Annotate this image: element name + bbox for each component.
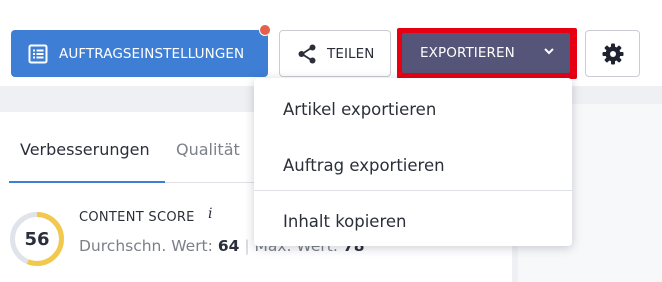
stats-separator: | bbox=[244, 237, 250, 255]
share-button[interactable]: TEILEN bbox=[279, 30, 391, 77]
tab-improvements[interactable]: Verbesserungen bbox=[20, 140, 150, 159]
share-icon bbox=[298, 44, 316, 63]
job-settings-label: AUFTRAGSEINSTELLUNGEN bbox=[59, 45, 245, 62]
page: Verbesserungen Qualität 56 CONTENT SCORE… bbox=[0, 0, 662, 282]
menu-item-copy-content[interactable]: Inhalt kopieren bbox=[254, 196, 572, 246]
export-dropdown-menu: Artikel exportieren Auftrag exportieren … bbox=[254, 78, 572, 246]
average-score-value: 64 bbox=[217, 237, 240, 255]
list-document-icon bbox=[28, 44, 48, 63]
average-score-label: Durchschn. Wert: bbox=[79, 237, 213, 255]
export-label: EXPORTIEREN bbox=[420, 45, 515, 61]
export-button[interactable]: EXPORTIEREN bbox=[402, 33, 570, 73]
tab-divider bbox=[165, 182, 255, 183]
menu-divider bbox=[254, 190, 572, 191]
menu-item-export-job[interactable]: Auftrag exportieren bbox=[254, 140, 572, 190]
info-icon[interactable]: i bbox=[208, 206, 212, 222]
gear-icon bbox=[602, 43, 623, 64]
notification-dot bbox=[259, 24, 271, 36]
content-score-label: CONTENT SCORE bbox=[79, 210, 195, 225]
menu-item-export-article[interactable]: Artikel exportieren bbox=[254, 84, 572, 134]
tab-quality[interactable]: Qualität bbox=[176, 140, 240, 159]
settings-button[interactable] bbox=[585, 30, 640, 77]
chevron-down-icon bbox=[544, 48, 554, 55]
share-label: TEILEN bbox=[327, 45, 375, 62]
job-settings-button[interactable]: AUFTRAGSEINSTELLUNGEN bbox=[11, 30, 268, 77]
content-score-value: 56 bbox=[24, 229, 50, 250]
active-tab-indicator bbox=[9, 181, 165, 183]
